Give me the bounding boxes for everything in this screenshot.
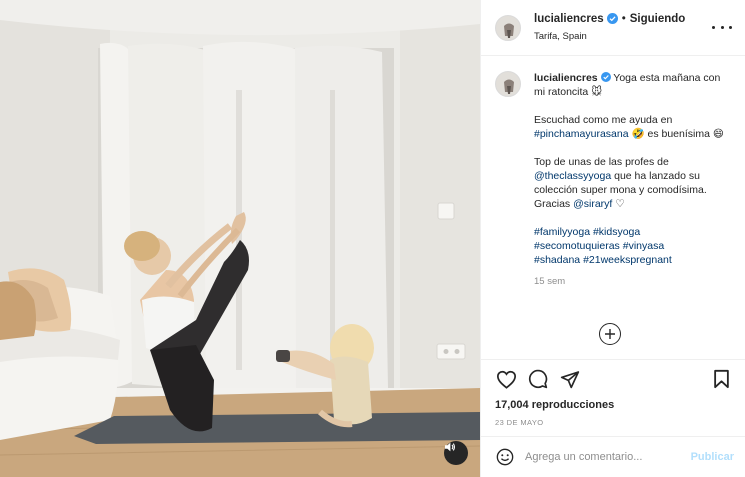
hashtag-link[interactable]: #vinyasa <box>623 240 664 252</box>
mention-link[interactable]: @siraryf <box>573 198 612 210</box>
following-button[interactable]: Siguiendo <box>630 11 686 27</box>
caption-avatar[interactable] <box>495 71 521 97</box>
caption-p2-text: Escuchad como me ayuda en <box>534 114 673 126</box>
caption: lucialiencres Yoga esta mañana con mi ra… <box>495 71 732 289</box>
heart-icon[interactable] <box>495 368 517 390</box>
laughing-emoji: 🤣 <box>631 128 645 140</box>
views-count[interactable]: 17,004 reproducciones <box>495 398 732 412</box>
speaker-icon <box>445 442 455 452</box>
username-link[interactable]: lucialiencres <box>534 11 604 27</box>
bookmark-icon[interactable] <box>710 368 732 390</box>
sound-toggle-button[interactable] <box>444 441 468 465</box>
caption-time-ago: 15 sem <box>534 276 566 287</box>
caption-username[interactable]: lucialiencres <box>534 72 598 84</box>
avatar-image <box>496 72 520 96</box>
post-header: lucialiencres • Siguiendo Tarifa, Spain <box>481 0 745 56</box>
post-video[interactable] <box>0 0 480 477</box>
yoga-scene-image <box>0 0 480 477</box>
more-options-icon[interactable] <box>712 19 732 35</box>
hashtags: #familyyoga #kidsyoga #secomotuquieras #… <box>534 225 724 267</box>
mouse-emoji: 🐭 <box>591 86 603 98</box>
hashtag-link[interactable]: #21weekspregnant <box>583 254 672 266</box>
caption-text: lucialiencres Yoga esta mañana con mi ra… <box>534 71 724 289</box>
post-side-panel: lucialiencres • Siguiendo Tarifa, Spain <box>480 0 745 477</box>
post-date[interactable]: 23 DE MAYO <box>495 418 732 427</box>
plus-circle-icon[interactable] <box>599 323 621 345</box>
caption-p2-end: es buenísima <box>644 128 710 140</box>
hashtag-link[interactable]: #pinchamayurasana <box>534 128 629 140</box>
publish-button[interactable]: Publicar <box>691 451 734 463</box>
emoji-icon[interactable] <box>495 447 515 467</box>
instagram-post-modal: lucialiencres • Siguiendo Tarifa, Spain <box>0 0 745 477</box>
post-actions: 17,004 reproducciones 23 DE MAYO <box>481 359 745 435</box>
caption-p3-text: Top de unas de las profes de <box>534 156 669 168</box>
comment-icon[interactable] <box>527 368 549 390</box>
hashtag-link[interactable]: #kidsyoga <box>593 226 640 238</box>
smile-emoji: 😄 <box>712 128 724 140</box>
verified-badge-icon <box>600 72 611 82</box>
location-link[interactable]: Tarifa, Spain <box>534 29 685 45</box>
comment-input[interactable] <box>525 451 685 463</box>
separator-dot: • <box>621 12 626 25</box>
avatar-image <box>496 15 520 40</box>
share-icon[interactable] <box>559 368 581 390</box>
hashtag-link[interactable]: #familyyoga <box>534 226 590 238</box>
hashtag-link[interactable]: #shadana <box>534 254 580 266</box>
mention-link[interactable]: @theclassyyoga <box>534 170 611 182</box>
verified-badge-icon <box>606 13 618 24</box>
heart-emoji: ♡ <box>615 198 625 210</box>
hashtag-link[interactable]: #secomotuquieras <box>534 240 620 252</box>
add-comment-form: Publicar <box>481 436 745 477</box>
avatar[interactable] <box>495 14 521 41</box>
comments-section: lucialiencres Yoga esta mañana con mi ra… <box>481 57 745 359</box>
